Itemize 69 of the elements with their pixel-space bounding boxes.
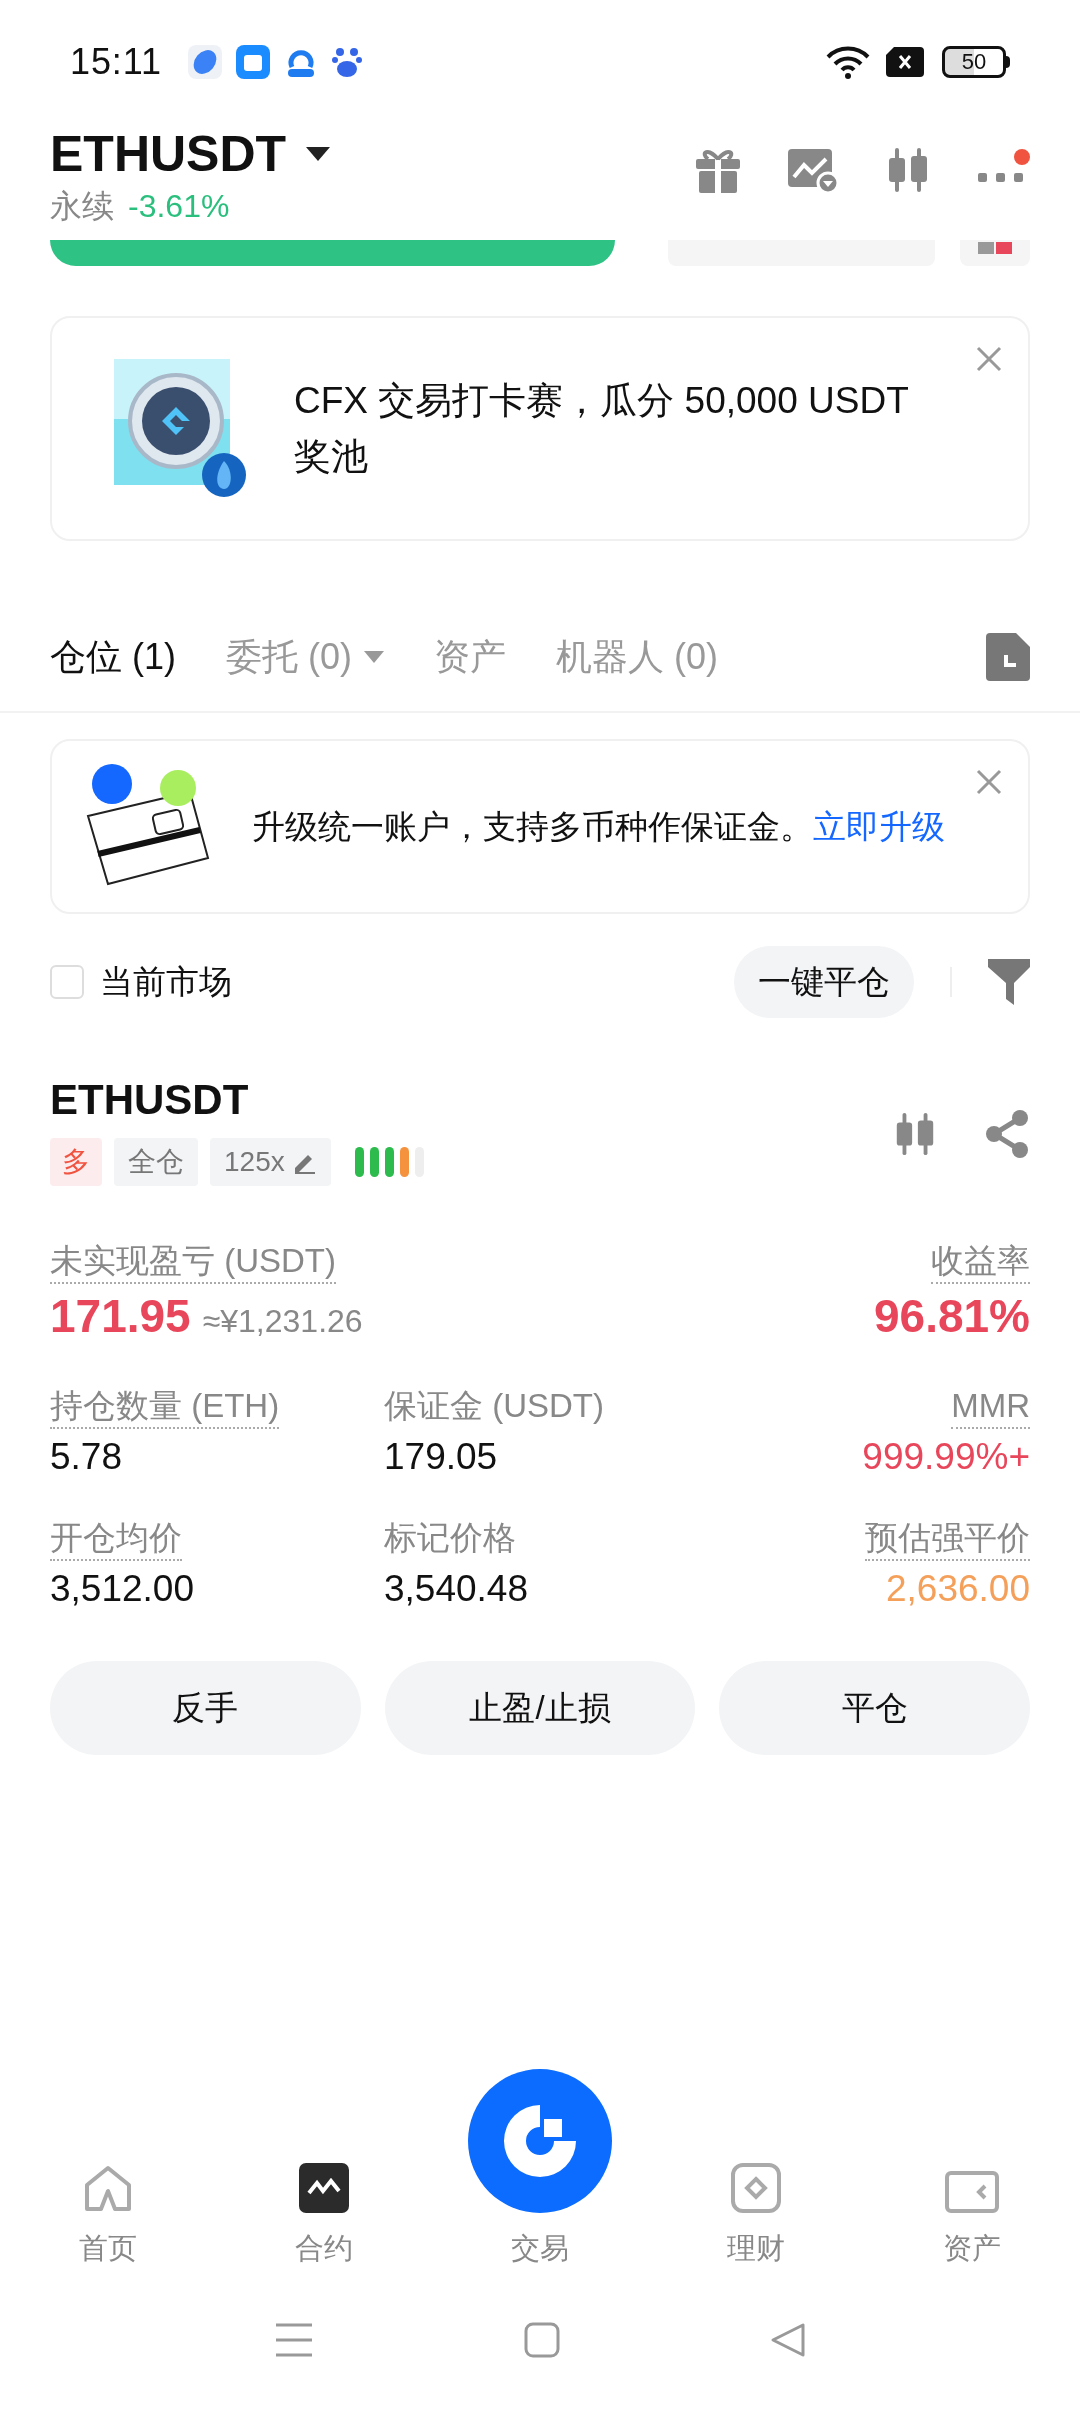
close-icon[interactable] [976, 769, 1002, 795]
leverage-value: 125x [224, 1145, 285, 1179]
promo-text: CFX 交易打卡赛，瓜分 50,000 USDT 奖池 [294, 378, 910, 479]
home-button-icon[interactable] [524, 2322, 560, 2358]
market-checkbox[interactable] [50, 965, 84, 999]
stat-value: 2,636.00 [885, 1567, 1030, 1611]
stat-value: 5.78 [50, 1435, 122, 1479]
dropdown-caret-icon[interactable] [306, 147, 331, 161]
upgrade-card[interactable]: 升级统一账户，支持多币种作保证金。立即升级 [50, 739, 1030, 914]
stat-value: 3,540.48 [384, 1567, 529, 1611]
chart-alert-icon[interactable] [788, 147, 838, 193]
stat-label[interactable]: 开仓均价 [50, 1517, 182, 1561]
trade-logo-icon [468, 2068, 612, 2213]
stat-value: 999.99%+ [862, 1435, 1030, 1479]
wifi-icon [826, 45, 870, 79]
symbol-title[interactable]: ETHUSDT [50, 124, 287, 184]
pnl-label[interactable]: 未实现盈亏 (USDT) [50, 1240, 336, 1284]
app-icon [187, 45, 222, 79]
status-time: 15:11 [70, 40, 162, 84]
home-icon [83, 2164, 133, 2213]
stat-label[interactable]: 预估强平价 [865, 1517, 1030, 1561]
upgrade-text: 升级统一账户，支持多币种作保证金。立即升级 [252, 806, 945, 847]
action-button[interactable]: 止盈/止损 [384, 1661, 696, 1755]
position-symbol: ETHUSDT [50, 1075, 250, 1125]
menu-icon[interactable] [274, 2322, 314, 2358]
upgrade-link[interactable]: 立即升级 [813, 807, 945, 845]
tab[interactable]: 机器人 (0) [556, 630, 718, 684]
stat-label[interactable]: 持仓数量 (ETH) [50, 1385, 280, 1429]
stat-label: 标记价格 [384, 1518, 516, 1558]
back-icon[interactable] [770, 2322, 806, 2358]
leverage-tag[interactable]: 125x [210, 1138, 331, 1186]
history-icon[interactable] [986, 633, 1030, 681]
nav-tab[interactable]: 首页 [0, 2164, 216, 2270]
pnl-value: 171.95 [50, 1289, 191, 1344]
tab[interactable]: 委托 (0) [226, 630, 384, 684]
order-book-icon[interactable] [960, 240, 1030, 266]
margin-mode-tag: 全仓 [114, 1138, 198, 1186]
stat-label[interactable]: MMR [951, 1385, 1030, 1429]
checkbox-label[interactable]: 当前市场 [100, 957, 232, 1007]
promo-card[interactable]: CFX 交易打卡赛，瓜分 50,000 USDT 奖池 [50, 316, 1030, 541]
tab[interactable]: 仓位 (1) [50, 630, 176, 684]
nav-tab[interactable]: 交易 [432, 2068, 648, 2270]
action-button[interactable]: 平仓 [719, 1661, 1030, 1755]
nav-tab[interactable]: 资产 [864, 2170, 1080, 2270]
diamond-card-icon [731, 2162, 781, 2213]
nav-tab[interactable]: 理财 [648, 2162, 864, 2270]
roe-value: 96.81% [874, 1289, 1030, 1344]
pnl-converted: ≈¥1,231.26 [202, 1302, 363, 1341]
stat-value: 3,512.00 [50, 1567, 195, 1611]
contract-type: 永续 [50, 187, 114, 226]
close-all-button[interactable]: 一键平仓 [734, 946, 914, 1018]
price-change: -3.61% [128, 187, 230, 226]
stat-value: 179.05 [384, 1435, 498, 1479]
app-icon [331, 46, 362, 78]
gift-icon[interactable] [694, 147, 742, 193]
coin-illustration-icon [112, 358, 248, 499]
roe-label[interactable]: 收益率 [931, 1240, 1030, 1284]
wallet-icon [945, 2170, 999, 2213]
close-icon[interactable] [976, 346, 1002, 372]
share-icon[interactable] [984, 1110, 1030, 1158]
side-tag: 多 [50, 1138, 102, 1186]
nav-tab[interactable]: 合约 [216, 2162, 432, 2270]
action-button[interactable]: 反手 [50, 1661, 361, 1755]
no-sim-icon [886, 47, 926, 77]
app-icon [235, 45, 270, 79]
tab[interactable]: 资产 [434, 630, 506, 684]
pulse-icon [299, 2162, 349, 2213]
filter-icon[interactable] [988, 959, 1030, 1005]
stat-label: 保证金 (USDT) [384, 1386, 604, 1426]
